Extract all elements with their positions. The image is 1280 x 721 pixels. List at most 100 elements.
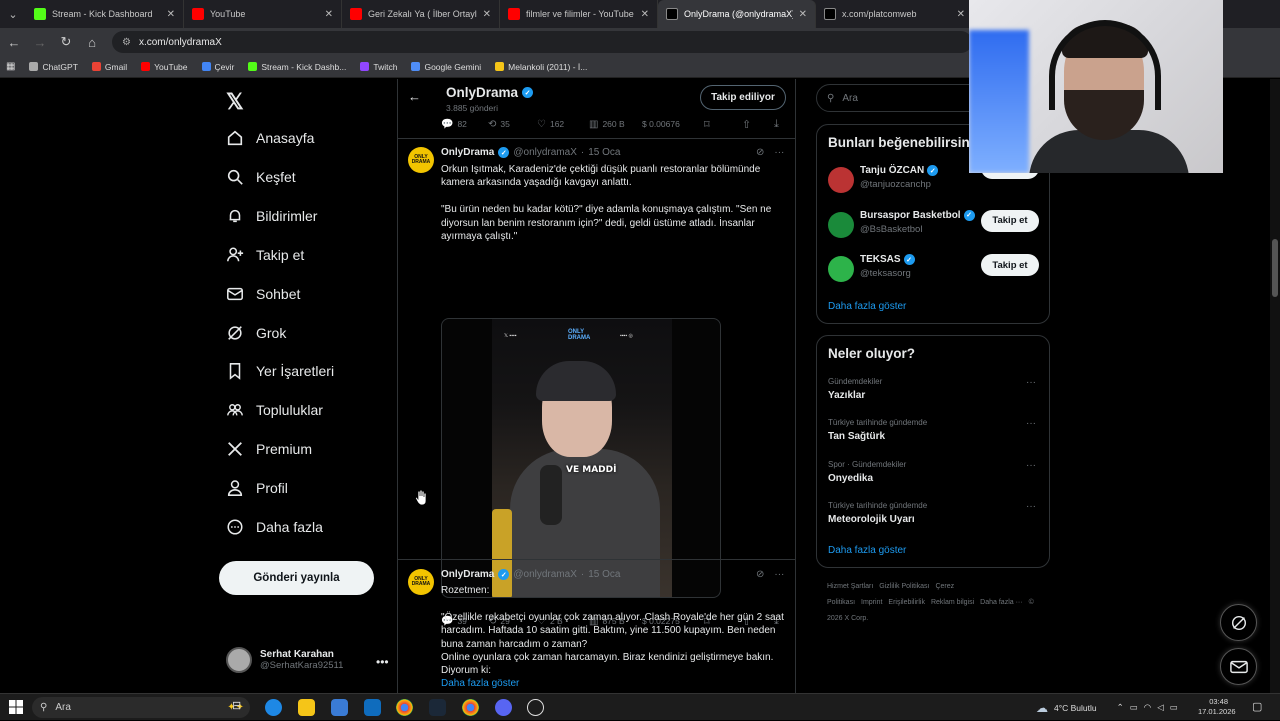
windows-start-icon[interactable] [9,700,23,714]
nav-item[interactable]: Grok [226,324,286,342]
scrollbar[interactable] [1270,79,1280,693]
more-dots-icon[interactable]: ··· [1026,377,1036,388]
suggested-user[interactable]: Bursaspor Basketbol ✓ @BsBasketbol Takip et [828,209,1040,244]
messages-fab-icon[interactable] [1220,648,1257,685]
following-button[interactable]: Takip ediliyor [700,85,786,110]
browser-tab[interactable]: Stream - Kick Dashboard ✕ [26,0,184,28]
chrome-profile-icon[interactable] [462,699,479,716]
tweet-author-handle[interactable]: @onlydramaX [513,147,577,158]
nav-item[interactable]: Premium [226,440,312,458]
more-dots-icon[interactable]: ··· [774,147,784,158]
avatar[interactable] [828,167,854,193]
footer-link[interactable]: Gizlilik Politikası [879,583,929,590]
follow-button[interactable]: Takip et [981,254,1039,276]
bookmark[interactable]: Melankoli (2011) - İ... [495,62,587,72]
bookmark[interactable]: Gmail [91,62,127,72]
follow-button[interactable]: Takip et [981,209,1039,232]
steam-icon[interactable] [429,699,446,716]
show-more-link[interactable]: Daha fazla göster [828,545,906,556]
tab-close-icon[interactable]: ✕ [641,9,649,20]
notifications-icon[interactable]: ▢ [1252,700,1262,713]
tip-action[interactable]: $ 0.00676 [642,119,680,129]
repost-action[interactable]: ⟲ 35 [488,119,510,130]
home-button-icon[interactable]: ⌂ [80,30,104,54]
back-icon[interactable]: ← [2,30,26,54]
nav-item[interactable]: Anasayfa [226,129,314,147]
trend-item[interactable]: Spor · Gündemdekiler Onyedika ··· [828,460,1040,484]
tab-close-icon[interactable]: ✕ [167,9,175,20]
suggested-user[interactable]: TEKSAS ✓ @teksasorg Takip et [828,254,1040,288]
tweet[interactable]: ONLY DRAMA OnlyDrama ✓ @onlydramaX · 15 O… [398,147,795,628]
reply-action[interactable]: 💬 82 [441,119,467,130]
grok-icon[interactable]: ⊘ [756,569,764,580]
back-arrow-icon[interactable]: ← [408,89,421,104]
browser-tab[interactable]: OnlyDrama (@onlydramaX) ✕ [658,0,816,28]
outlook-icon[interactable] [364,699,381,716]
footer-link[interactable]: Erişilebilirlik [888,599,925,606]
bookmark-icon[interactable]: ⌑ [704,118,710,131]
post-button[interactable]: Gönderi yayınla [219,561,374,595]
show-more-link[interactable]: Daha fazla göster [441,677,786,690]
nav-item[interactable]: Sohbet [226,285,300,303]
tweet-author-handle[interactable]: @onlydramaX [513,569,577,580]
wifi-icon[interactable]: ◠ [1144,702,1151,713]
trend-item[interactable]: Türkiye tarihinde gündemde Meteorolojik U… [828,501,1040,525]
grok-icon[interactable]: ⊘ [756,147,764,158]
weather-text[interactable]: 4°C Bulutlu [1054,703,1097,713]
browser-tab[interactable]: x.com/platcomweb ✕ [816,0,974,28]
avatar[interactable] [828,256,854,282]
forward-icon[interactable]: → [28,30,52,54]
nav-item[interactable]: Keşfet [226,168,296,186]
tweet[interactable]: ONLY DRAMA OnlyDrama ✓ @onlydramaX · 15 O… [398,569,795,693]
task-view-icon[interactable]: ⊟ [232,699,249,716]
bookmark[interactable]: Google Gemini [411,62,481,72]
nav-item[interactable]: Profil [226,479,288,497]
views-action[interactable]: ▥ 260 B [589,119,625,130]
more-dots-icon[interactable]: ··· [1026,418,1036,429]
avatar[interactable] [828,211,854,238]
address-bar[interactable]: ⚙ x.com/onlydramaX [112,31,972,53]
share-icon[interactable]: ⇧ [742,118,751,131]
tray-chevron-icon[interactable]: ⌃ [1117,702,1124,713]
chrome-icon[interactable] [396,699,413,716]
tab-search-icon[interactable]: ⌄ [0,0,26,28]
show-more-link[interactable]: Daha fazla göster [828,301,906,312]
file-explorer-icon[interactable] [298,699,315,716]
tab-close-icon[interactable]: ✕ [483,9,491,20]
account-switcher[interactable]: Serhat Karahan @SerhatKara92511 ••• [226,647,389,673]
footer-link[interactable]: Imprint [861,599,882,606]
footer-link[interactable]: Hizmet Şartları [827,583,873,590]
nav-item[interactable]: Takip et [226,246,304,264]
discord-icon[interactable] [495,699,512,716]
tweet-avatar[interactable]: ONLY DRAMA [408,569,434,595]
download-icon[interactable]: ⤓ [774,118,779,131]
nav-item[interactable]: Bildirimler [226,207,317,225]
more-dots-icon[interactable]: ··· [774,569,784,580]
tweet-video[interactable]: 𝕏 ▪▪▪▪ ONLY DRAMA ▪▪▪▪ ◎ VE MADDİ [441,318,721,598]
nav-item[interactable]: Yer İşaretleri [226,362,334,381]
taskbar-search[interactable]: ⚲ Ara ✦✦ [32,697,250,718]
tweet-author-name[interactable]: OnlyDrama [441,569,494,580]
tweet-author-name[interactable]: OnlyDrama [441,147,494,158]
network-icon[interactable]: ▭ [1130,702,1138,713]
apps-grid-icon[interactable]: ▦ [6,61,15,72]
battery-icon[interactable]: ▭ [1170,702,1178,713]
scrollbar-thumb[interactable] [1272,239,1278,297]
grok-fab-icon[interactable] [1220,604,1257,641]
tab-close-icon[interactable]: ✕ [957,9,965,20]
bookmark[interactable]: ChatGPT [29,62,78,72]
weather-cloud-icon[interactable]: ☁ [1036,701,1048,715]
volume-icon[interactable]: ◁ [1157,702,1164,713]
bookmark[interactable]: Twitch [360,62,397,72]
more-dots-icon[interactable]: ··· [1026,460,1036,471]
bookmark[interactable]: Çevir [201,62,234,72]
nav-item[interactable]: Topluluklar [226,401,323,419]
trend-item[interactable]: Gündemdekiler Yazıklar ··· [828,377,1040,401]
browser-tab[interactable]: Geri Zekalı Ya ( İlber Ortaylı'nın ✕ [342,0,500,28]
edge-icon[interactable] [265,699,282,716]
bookmark[interactable]: Stream - Kick Dashb... [248,62,346,72]
tweet-date[interactable]: 15 Oca [588,569,620,580]
more-dots-icon[interactable]: ••• [376,655,389,669]
browser-tab[interactable]: YouTube ✕ [184,0,342,28]
bookmark[interactable]: YouTube [141,62,188,72]
